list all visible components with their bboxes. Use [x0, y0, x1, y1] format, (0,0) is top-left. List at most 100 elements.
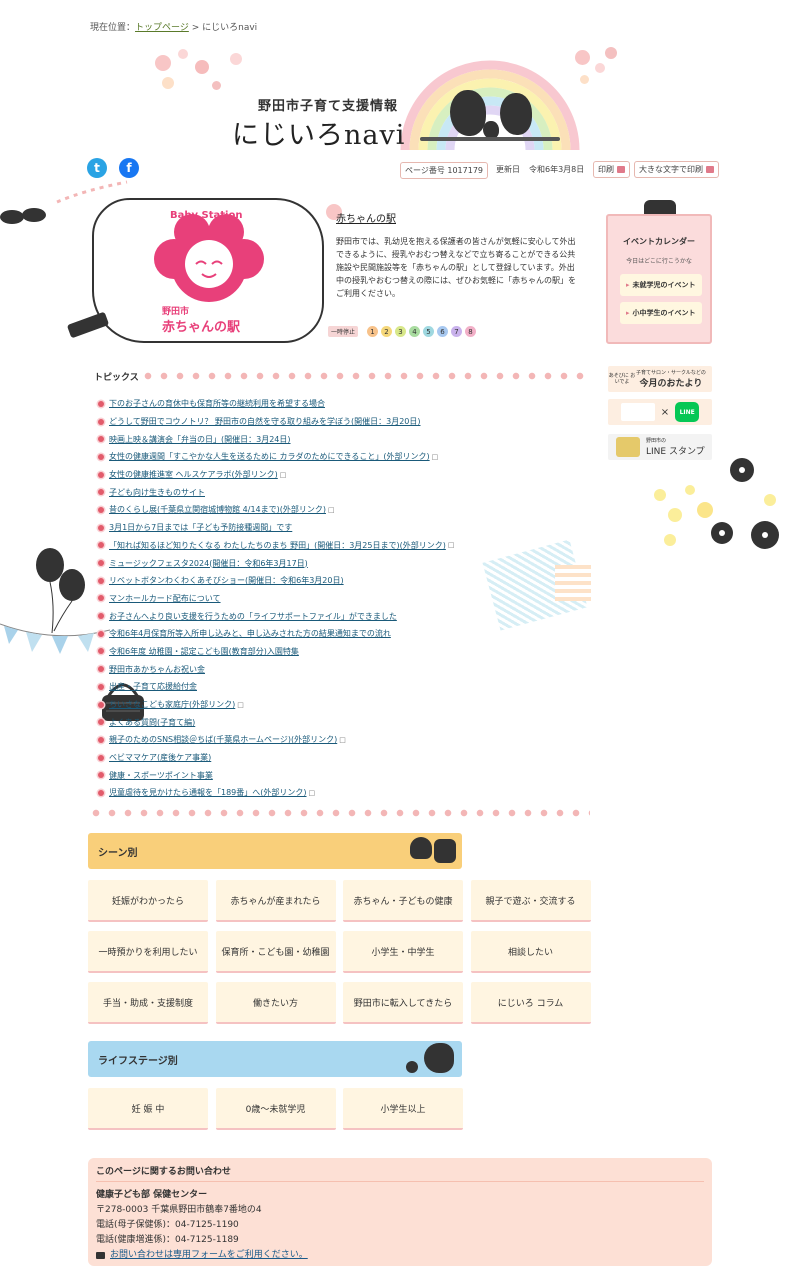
slide-title-link[interactable]: 赤ちゃんの駅: [336, 210, 396, 225]
site-title[interactable]: にじいろnavi: [232, 113, 405, 152]
pager-dot-3[interactable]: 3: [395, 326, 407, 337]
line-banner[interactable]: × LINE: [608, 399, 712, 425]
topic-link[interactable]: 出産・子育て応援給付金: [109, 681, 197, 692]
facebook-icon: f: [126, 161, 132, 175]
logo-name-text: 赤ちゃんの駅: [162, 320, 241, 335]
facebook-share-button[interactable]: f: [119, 158, 139, 178]
topic-link[interactable]: 女性の健康週間「すこやかな人生を送るために カラダのためにできること」(外部リン…: [109, 451, 430, 462]
topics-list: 下のお子さんの育休中も保育所等の継続利用を希望する場合どうして野田でコウノトリ？…: [98, 395, 578, 802]
contact-department: 健康子ども部 保健センター: [96, 1190, 208, 1200]
pager-dot-1[interactable]: 1: [367, 326, 379, 337]
pause-button[interactable]: 一時停止: [328, 326, 359, 337]
topic-link[interactable]: 子ども向け生きものサイト: [109, 487, 205, 498]
lifestage-button[interactable]: 小学生以上: [343, 1088, 463, 1130]
logo-top-text: Baby Station: [170, 210, 243, 221]
bunting: [0, 622, 111, 658]
scene-heading: シーン別: [98, 847, 138, 859]
scene-button[interactable]: 一時預かりを利用したい: [88, 931, 208, 973]
navi-logo-icon: [620, 403, 655, 421]
topic-link[interactable]: 野田市あかちゃんお祝い金: [109, 664, 205, 675]
site-subtitle: 野田市子育て支援情報: [258, 99, 399, 114]
twitter-share-button[interactable]: t: [87, 158, 107, 178]
topic-link[interactable]: 令和6年4月保育所等入所申し込みと、申し込みされた方の結果通知までの流れ: [109, 628, 391, 639]
bullet-icon: [98, 701, 104, 708]
school-event-button[interactable]: ▸ 小中学生のイベント: [620, 302, 702, 324]
scene-button[interactable]: 働きたい方: [215, 982, 336, 1024]
printer-icon: [706, 166, 714, 173]
bullet-icon: [98, 524, 104, 531]
topic-item: 「知れば知るほど知りたくなる わたしたちのまち 野田」(開催日：3月25日まで)…: [98, 537, 578, 555]
bullet-icon: [98, 630, 104, 637]
contact-form-link[interactable]: お問い合わせは専用フォームをご利用ください。: [110, 1248, 308, 1263]
topic-link[interactable]: リベットボタンわくわくあそびショー(開催日：令和6年3月20日): [109, 575, 344, 586]
event-calendar-board[interactable]: イベントカレンダー 今日はどこに行こうかな ▸ 未就学児のイベント ▸ 小中学生のイ…: [606, 214, 712, 344]
print-button[interactable]: 印刷: [593, 161, 630, 178]
external-link-icon: □: [339, 735, 346, 744]
topic-link[interactable]: 健康・スポーツポイント事業: [109, 770, 213, 781]
topic-item: 女性の健康推進室 ヘルスケアラボ(外部リンク) □: [98, 466, 578, 484]
topic-item: 児童虐待を見かけたら通報を「189番」へ(外部リンク) □: [98, 784, 578, 802]
bird-silhouette-icon: [500, 93, 532, 135]
updated-date: 令和6年3月8日: [529, 165, 585, 174]
scene-button[interactable]: 赤ちゃんが産まれたら: [215, 880, 336, 922]
topic-link[interactable]: 児童虐待を見かけたら通報を「189番」へ(外部リンク): [109, 787, 307, 798]
scene-button[interactable]: 親子で遊ぶ・交流する: [470, 880, 591, 922]
bird-silhouette-icon: [450, 90, 486, 136]
topic-link[interactable]: 親子のためのSNS相談＠ちば(千葉県ホームページ)(外部リンク): [109, 734, 337, 745]
pager-dot-7[interactable]: 7: [451, 326, 463, 337]
scene-button[interactable]: 相談したい: [470, 931, 591, 973]
topic-link[interactable]: お子さんへより良い支援を行うための「ライフサポートファイル」ができました: [109, 611, 397, 622]
decoration-dot: [230, 53, 242, 65]
topic-link[interactable]: 映画上映＆講演会「弁当の日」(開催日：3月24日): [109, 434, 291, 445]
topic-link[interactable]: 令和6年度 幼稚園・認定こども園(教育部分)入園特集: [109, 646, 299, 657]
topic-link[interactable]: 下のお子さんの育休中も保育所等の継続利用を希望する場合: [109, 398, 325, 409]
topic-item: 令和6年4月保育所等入所申し込みと、申し込みされた方の結果通知までの流れ: [98, 625, 578, 643]
scene-button[interactable]: にじいろ コラム: [470, 982, 591, 1024]
decoration-dot: [178, 49, 188, 59]
topic-link[interactable]: よくある質問(子育て編): [109, 717, 195, 728]
topic-link[interactable]: ベビママケア(産後ケア事業): [109, 752, 211, 763]
pager-dot-8[interactable]: 8: [465, 326, 477, 337]
topic-link[interactable]: どうして野田でコウノトリ？ 野田市の自然を守る取り組みを学ぼう(開催日：3月20…: [109, 416, 421, 427]
pager-dot-5[interactable]: 5: [423, 326, 435, 337]
hat-icon: [410, 837, 432, 859]
bullet-icon: [98, 471, 104, 478]
preschool-event-button[interactable]: ▸ 未就学児のイベント: [620, 274, 702, 296]
decoration-dot: [212, 81, 221, 90]
lifestage-button[interactable]: 0歳～未就学児: [215, 1088, 336, 1130]
scene-button[interactable]: 妊娠がわかったら: [88, 880, 208, 922]
scene-button[interactable]: 赤ちゃん・子どもの健康: [343, 880, 463, 922]
topic-link[interactable]: ミュージックフェスタ2024(開催日：令和6年3月17日): [109, 558, 308, 569]
topic-item: リベットボタンわくわくあそびショー(開催日：令和6年3月20日): [98, 572, 578, 590]
lifestage-buttons: 妊 娠 中 0歳～未就学児 小学生以上: [88, 1088, 590, 1132]
decoration-dot: [155, 55, 171, 71]
stamp-character-icon: [616, 437, 640, 457]
breadcrumb-home-link[interactable]: トップページ: [135, 23, 189, 33]
bullet-icon: [98, 719, 104, 726]
topic-link[interactable]: 「知れば知るほど知りたくなる わたしたちのまち 野田」(開催日：3月25日まで)…: [109, 540, 446, 551]
pager-dot-6[interactable]: 6: [437, 326, 449, 337]
large-print-button[interactable]: 大きな文字で印刷: [634, 161, 719, 178]
scene-button[interactable]: 手当・助成・支援制度: [88, 982, 208, 1024]
slide-description: 野田市では、乳幼児を抱える保護者の皆さんが気軽に安心して外出できるように、授乳や…: [336, 237, 576, 298]
scene-button[interactable]: 野田市に転入してきたら: [343, 982, 463, 1024]
topic-link[interactable]: 3月1日から7日までは「子ども予防接種週間」です: [109, 522, 292, 533]
scene-button[interactable]: 保育所・こども園・幼稚園: [215, 931, 336, 973]
topic-item: 令和6年度 幼稚園・認定こども園(教育部分)入園特集: [98, 643, 578, 661]
topic-item: 子ども向け生きものサイト: [98, 483, 578, 501]
scene-button[interactable]: 小学生・中学生: [343, 931, 463, 973]
topic-item: ベビママケア(産後ケア事業): [98, 749, 578, 767]
slideshow-image-frame[interactable]: Baby Station 野田市 赤ちゃんの駅: [92, 198, 324, 343]
page-number: ページ番号 1017179: [400, 162, 489, 179]
topic-link[interactable]: 昔のくらし展(千葉県立関宿城博物館 4/14まで)(外部リンク): [109, 504, 326, 515]
topic-item: 女性の健康週間「すこやかな人生を送るために カラダのためにできること」(外部リン…: [98, 448, 578, 466]
topic-link[interactable]: ちいさなこども家庭庁(外部リンク): [109, 699, 235, 710]
monthly-newsletter-banner[interactable]: あそびに おいでよ 子育てサロン・サークルなどの 今月のおたより: [608, 366, 712, 392]
contact-tel-health: 電話(健康増進係)：04-7125-1189: [96, 1235, 239, 1245]
pager-dot-2[interactable]: 2: [381, 326, 393, 337]
lifestage-button[interactable]: 妊 娠 中: [88, 1088, 208, 1130]
pager-dot-4[interactable]: 4: [409, 326, 421, 337]
topic-link[interactable]: マンホールカード配布について: [109, 593, 221, 604]
topic-link[interactable]: 女性の健康推進室 ヘルスケアラボ(外部リンク): [109, 469, 278, 480]
scene-buttons: 妊娠がわかったら 赤ちゃんが産まれたら 赤ちゃん・子どもの健康 親子で遊ぶ・交流する一…: [88, 880, 591, 1030]
